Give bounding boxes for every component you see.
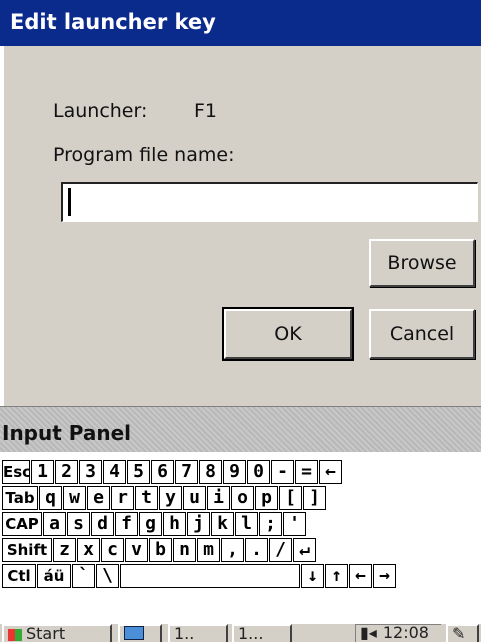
start-label: Start: [26, 624, 66, 642]
program-file-input[interactable]: [61, 182, 478, 222]
key-enter[interactable]: ↵: [293, 538, 316, 562]
key-left-bracket[interactable]: [: [279, 486, 302, 510]
key-comma[interactable]: ,: [221, 538, 244, 562]
key-international[interactable]: áü: [37, 564, 71, 588]
key-4[interactable]: 4: [103, 460, 126, 484]
key-8[interactable]: 8: [199, 460, 222, 484]
key-arrow-right[interactable]: →: [373, 564, 396, 588]
taskbar: Start 1.. 1... ▮◂12:08 PM ✎: [0, 622, 481, 642]
key-shift[interactable]: Shift: [2, 538, 52, 562]
keyboard-row-1: Esc 1 2 3 4 5 6 7 8 9 0 - = ←: [0, 460, 481, 484]
keyboard-row-5: Ctl áü ` \ ↓ ↑ ← →: [0, 564, 481, 588]
launcher-value: F1: [194, 100, 218, 122]
key-1[interactable]: 1: [31, 460, 54, 484]
key-r[interactable]: r: [111, 486, 134, 510]
key-arrow-left[interactable]: ←: [349, 564, 372, 588]
keyboard-row-3: CAP a s d f g h j k l ; ': [0, 512, 481, 536]
soft-keyboard: Esc 1 2 3 4 5 6 7 8 9 0 - = ← Tab q w e …: [0, 452, 481, 622]
dialog-title: Edit launcher key: [0, 0, 481, 46]
key-x[interactable]: x: [77, 538, 100, 562]
task-button-2[interactable]: 1...: [232, 624, 292, 642]
explorer-task-button[interactable]: [118, 624, 162, 642]
explorer-icon: [124, 626, 144, 640]
key-esc[interactable]: Esc: [2, 460, 30, 484]
key-k[interactable]: k: [211, 512, 234, 536]
key-backspace[interactable]: ←: [319, 460, 342, 484]
launcher-label: Launcher:: [53, 100, 148, 122]
key-p[interactable]: p: [255, 486, 278, 510]
key-2[interactable]: 2: [55, 460, 78, 484]
key-7[interactable]: 7: [175, 460, 198, 484]
key-c[interactable]: c: [101, 538, 124, 562]
key-backtick[interactable]: `: [72, 564, 95, 588]
key-5[interactable]: 5: [127, 460, 150, 484]
program-file-label: Program file name:: [53, 144, 235, 166]
key-6[interactable]: 6: [151, 460, 174, 484]
key-j[interactable]: j: [187, 512, 210, 536]
key-ctrl[interactable]: Ctl: [2, 564, 36, 588]
key-slash[interactable]: /: [269, 538, 292, 562]
keyboard-row-2: Tab q w e r t y u i o p [ ]: [0, 486, 481, 510]
key-v[interactable]: v: [125, 538, 148, 562]
key-right-bracket[interactable]: ]: [303, 486, 326, 510]
key-e[interactable]: e: [87, 486, 110, 510]
key-f[interactable]: f: [115, 512, 138, 536]
key-m[interactable]: m: [197, 538, 220, 562]
key-tab[interactable]: Tab: [2, 486, 38, 510]
key-l[interactable]: l: [235, 512, 258, 536]
key-arrow-up[interactable]: ↑: [325, 564, 348, 588]
key-period[interactable]: .: [245, 538, 268, 562]
input-panel-title: Input Panel: [0, 406, 481, 452]
key-h[interactable]: h: [163, 512, 186, 536]
key-w[interactable]: w: [63, 486, 86, 510]
key-a[interactable]: a: [43, 512, 66, 536]
taskbar-clock: ▮◂12:08 PM: [355, 624, 441, 642]
cancel-button[interactable]: Cancel: [369, 309, 475, 359]
key-equals[interactable]: =: [295, 460, 318, 484]
key-quote[interactable]: ': [283, 512, 306, 536]
input-method-button[interactable]: ✎: [446, 624, 479, 642]
edit-launcher-dialog: Launcher: F1 Program file name: Browse O…: [0, 46, 481, 406]
key-space[interactable]: [120, 564, 300, 588]
key-0[interactable]: 0: [247, 460, 270, 484]
ok-button[interactable]: OK: [222, 307, 354, 361]
key-d[interactable]: d: [91, 512, 114, 536]
pen-icon: ✎: [452, 624, 466, 642]
browse-button[interactable]: Browse: [369, 239, 475, 287]
key-y[interactable]: y: [159, 486, 182, 510]
windows-flag-icon: [8, 628, 22, 641]
key-z[interactable]: z: [53, 538, 76, 562]
key-backslash[interactable]: \: [96, 564, 119, 588]
key-n[interactable]: n: [173, 538, 196, 562]
key-u[interactable]: u: [183, 486, 206, 510]
key-b[interactable]: b: [149, 538, 172, 562]
text-caret: [68, 188, 71, 216]
keyboard-row-4: Shift z x c v b n m , . / ↵: [0, 538, 481, 562]
key-semicolon[interactable]: ;: [259, 512, 282, 536]
key-3[interactable]: 3: [79, 460, 102, 484]
key-i[interactable]: i: [207, 486, 230, 510]
key-s[interactable]: s: [67, 512, 90, 536]
key-arrow-down[interactable]: ↓: [301, 564, 324, 588]
start-button[interactable]: Start: [2, 624, 112, 642]
key-caps[interactable]: CAP: [2, 512, 42, 536]
key-q[interactable]: q: [39, 486, 62, 510]
key-g[interactable]: g: [139, 512, 162, 536]
ok-button-label: OK: [274, 323, 302, 345]
key-minus[interactable]: -: [271, 460, 294, 484]
key-o[interactable]: o: [231, 486, 254, 510]
task-button-1[interactable]: 1..: [168, 624, 228, 642]
key-9[interactable]: 9: [223, 460, 246, 484]
key-t[interactable]: t: [135, 486, 158, 510]
